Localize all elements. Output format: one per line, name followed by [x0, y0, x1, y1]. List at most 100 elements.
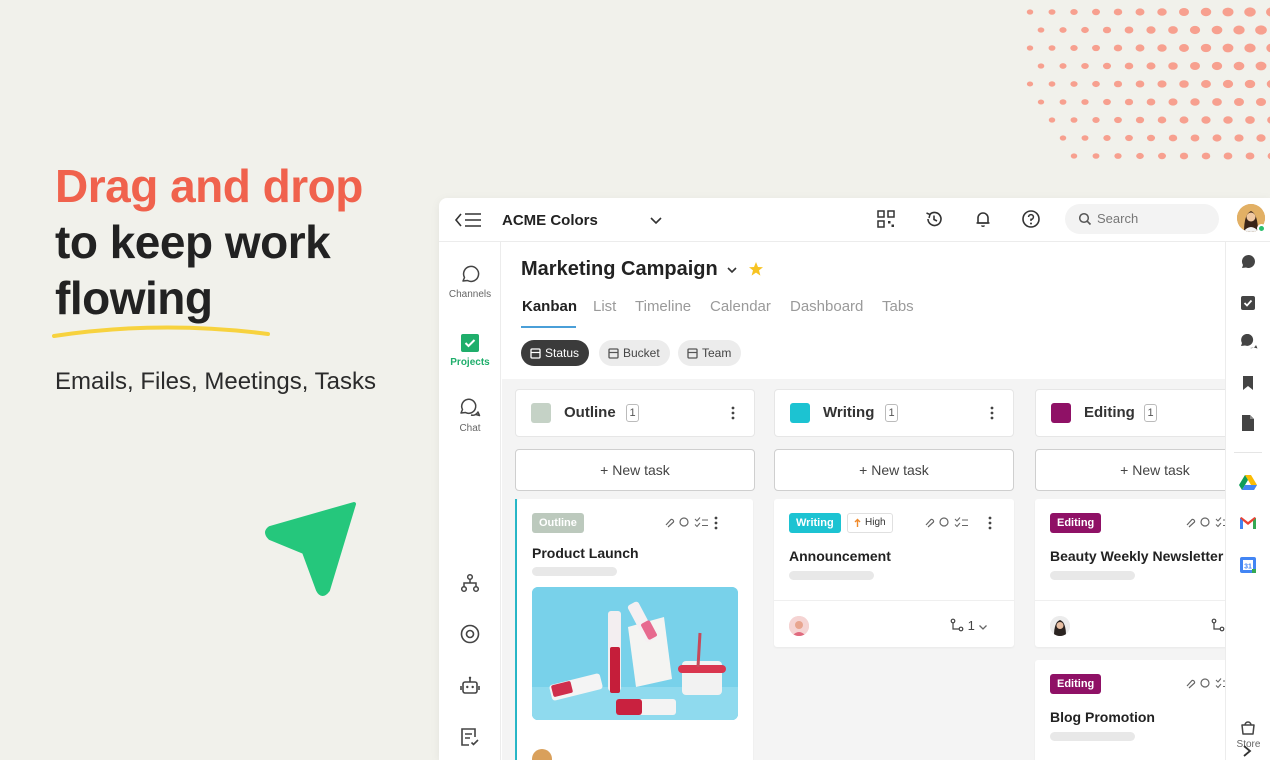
tab-kanban[interactable]: Kanban: [522, 298, 577, 315]
decorative-dot: [1233, 25, 1245, 35]
chat-icon: [460, 398, 481, 417]
column-header[interactable]: Outline 1: [515, 389, 755, 437]
column-header[interactable]: Writing 1: [774, 389, 1014, 437]
decorative-dot: [1168, 62, 1178, 70]
pointer-arrow-icon: [265, 502, 356, 596]
decorative-dot: [1026, 45, 1034, 51]
attachment-comment-checklist-icons: [1186, 678, 1225, 689]
help-icon[interactable]: [1021, 209, 1041, 229]
sidebar-item-channels[interactable]: Channels: [439, 264, 501, 300]
history-icon[interactable]: [924, 209, 944, 229]
task-title: Blog Promotion: [1050, 709, 1155, 725]
sidebar-item-goals[interactable]: [439, 623, 501, 645]
more-options-icon[interactable]: [713, 516, 719, 530]
task-card[interactable]: Editing Beauty Weekly Newsletter: [1035, 499, 1225, 647]
assignee-avatar[interactable]: [532, 749, 552, 760]
task-card[interactable]: Outline Product Launch: [517, 499, 753, 760]
hero-line-3: flowing: [55, 272, 213, 324]
column-name: Writing: [823, 404, 875, 421]
task-title: Beauty Weekly Newsletter: [1050, 548, 1224, 564]
decorative-dot: [1092, 8, 1100, 16]
tab-list[interactable]: List: [593, 298, 616, 315]
chip-label: Team: [702, 346, 732, 360]
decorative-dot: [1200, 7, 1212, 17]
card-divider: [774, 600, 1014, 601]
sidebar-item-projects[interactable]: Projects: [439, 332, 501, 368]
decorative-dot: [1255, 97, 1267, 107]
sidebar-item-org-chart[interactable]: [439, 572, 501, 594]
store-icon[interactable]: [1239, 718, 1257, 736]
chevron-down-icon[interactable]: [649, 213, 663, 227]
decorative-dot: [1102, 26, 1112, 34]
tab-tabs[interactable]: Tabs: [882, 298, 914, 315]
top-bar: ACME Colors Search: [439, 198, 1270, 242]
comment-icon[interactable]: [1239, 254, 1257, 272]
new-task-button[interactable]: + New task: [774, 449, 1014, 491]
decorative-dot: [1135, 8, 1145, 16]
qr-code-icon[interactable]: [876, 209, 896, 229]
document-icon[interactable]: [1239, 414, 1257, 432]
project-title[interactable]: Marketing Campaign: [521, 258, 718, 281]
assignee-avatar[interactable]: [789, 616, 809, 636]
decorative-dot: [1244, 79, 1256, 89]
column-color-swatch: [531, 403, 551, 423]
subtask-count[interactable]: 1: [950, 618, 988, 633]
gmail-icon[interactable]: [1239, 516, 1257, 530]
chevron-down-icon: [979, 625, 988, 630]
task-card[interactable]: Writing High Announcement 1: [774, 499, 1014, 647]
assignee-avatar[interactable]: [1050, 616, 1070, 636]
group-by-team-chip[interactable]: Team: [678, 340, 742, 366]
sidebar-item-label: Channels: [448, 289, 492, 300]
chat-bubbles-icon[interactable]: [1239, 334, 1259, 352]
priority-label: High: [865, 517, 886, 528]
decorative-dot: [1255, 61, 1267, 71]
right-sidebar: 31 Store: [1225, 242, 1270, 760]
decorative-dot: [1212, 134, 1222, 142]
google-calendar-icon[interactable]: 31: [1239, 556, 1257, 574]
attachment-comment-checklist-icons: [665, 517, 708, 528]
task-check-icon[interactable]: [1239, 294, 1257, 312]
tab-dashboard[interactable]: Dashboard: [790, 298, 863, 315]
decorative-dot: [1190, 98, 1200, 106]
decorative-dot: [1179, 80, 1189, 88]
chevron-down-icon[interactable]: [726, 264, 738, 276]
google-drive-icon[interactable]: [1239, 474, 1257, 490]
group-by-bucket-chip[interactable]: Bucket: [599, 340, 670, 366]
new-task-button[interactable]: + New task: [515, 449, 755, 491]
decorative-dot: [1081, 26, 1089, 34]
decorative-dot: [1070, 9, 1078, 15]
tab-timeline[interactable]: Timeline: [635, 298, 691, 315]
decorative-dot: [1157, 8, 1167, 16]
sidebar-item-forms[interactable]: [439, 726, 501, 748]
search-input[interactable]: Search: [1065, 204, 1219, 234]
group-by-status-chip[interactable]: Status: [521, 340, 590, 366]
more-options-icon[interactable]: [730, 405, 736, 421]
bookmark-icon[interactable]: [1239, 374, 1257, 392]
collapse-sidebar-icon[interactable]: [453, 210, 483, 230]
bell-icon[interactable]: [973, 209, 993, 229]
decorative-dot: [1125, 134, 1133, 142]
workspace-name[interactable]: ACME Colors: [502, 212, 598, 229]
projects-icon: [461, 334, 479, 352]
star-icon[interactable]: [748, 261, 764, 277]
subtask-icon[interactable]: [1211, 618, 1225, 632]
decorative-dot: [1168, 134, 1178, 142]
decorative-dot: [1222, 43, 1234, 53]
decorative-dot: [1233, 61, 1245, 71]
chevron-right-icon[interactable]: [1240, 744, 1254, 758]
new-task-button[interactable]: + New task: [1035, 449, 1225, 491]
decorative-dot: [1135, 116, 1145, 124]
decorative-dot: [1179, 44, 1189, 52]
sidebar-item-chat[interactable]: Chat: [439, 398, 501, 434]
sidebar-item-automation[interactable]: [439, 675, 501, 697]
tab-calendar[interactable]: Calendar: [710, 298, 771, 315]
subtask-icon: [950, 618, 964, 632]
column-header[interactable]: Editing 1: [1035, 389, 1225, 437]
hero-subtitle: Emails, Files, Meetings, Tasks: [55, 368, 376, 395]
decorative-dot: [1124, 98, 1134, 106]
task-card[interactable]: Editing Blog Promotion: [1035, 660, 1225, 760]
more-options-icon[interactable]: [987, 516, 993, 530]
column-color-swatch: [790, 403, 810, 423]
kanban-board: Outline 1 + New task Outline Product Lau…: [502, 379, 1225, 760]
more-options-icon[interactable]: [989, 405, 995, 421]
